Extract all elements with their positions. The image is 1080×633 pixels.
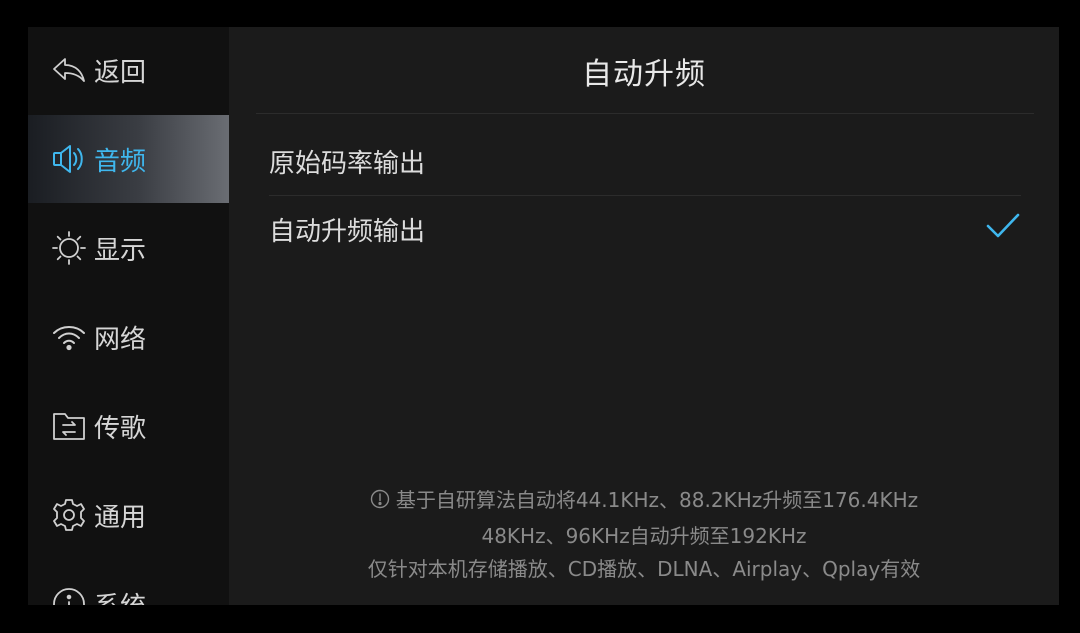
- upsample-note-line-3: 仅针对本机存储播放、CD播放、DLNA、Airplay、Qplay有效: [367, 557, 921, 581]
- wifi-icon: [50, 318, 88, 356]
- note-text: 基于自研算法自动将44.1KHz、88.2KHz升频至176.4KHz: [395, 488, 919, 512]
- info-icon: [50, 585, 88, 605]
- info-icon: [370, 489, 390, 514]
- option-label: 自动升频输出: [269, 216, 426, 247]
- upsample-note-line-2: 48KHz、96KHz自动升频至192KHz: [481, 524, 807, 548]
- back-label: 返回: [94, 57, 147, 88]
- sidebar-item-label: 系统: [94, 586, 146, 606]
- sidebar-item-label: 传歌: [94, 413, 147, 444]
- option-label: 原始码率输出: [269, 148, 426, 179]
- sidebar-item-label: 通用: [94, 502, 147, 533]
- back-button[interactable]: 返回: [28, 27, 229, 113]
- option-original-bitrate[interactable]: 原始码率输出: [269, 127, 1021, 195]
- page-title: 自动升频: [582, 57, 706, 92]
- sidebar-item-audio[interactable]: 音频: [28, 115, 229, 203]
- sidebar-item-label: 显示: [94, 235, 147, 266]
- sidebar-item-label: 音频: [94, 146, 147, 177]
- sidebar-item-system[interactable]: 系统: [28, 560, 229, 605]
- speaker-icon: [50, 140, 88, 178]
- sidebar-item-display[interactable]: 显示: [28, 204, 229, 292]
- back-arrow-icon: [50, 51, 88, 89]
- sidebar: 返回 音频 显示 网络 传歌 通用: [28, 27, 229, 605]
- sidebar-item-transfer[interactable]: 传歌: [28, 382, 229, 470]
- gear-icon: [50, 496, 88, 534]
- sidebar-item-label: 网络: [94, 324, 147, 355]
- option-auto-upsample[interactable]: 自动升频输出: [269, 195, 1021, 263]
- sidebar-item-network[interactable]: 网络: [28, 293, 229, 381]
- title-divider: [256, 113, 1034, 114]
- settings-screen: 返回 音频 显示 网络 传歌 通用 自动升频 原始码率输出 自动升频输出 基于自…: [28, 27, 1059, 605]
- sun-icon: [50, 229, 88, 267]
- folder-transfer-icon: [50, 407, 88, 445]
- main-panel: 自动升频 原始码率输出 自动升频输出 基于自研算法自动将44.1KHz、88.2…: [229, 27, 1059, 605]
- checkmark-icon: [985, 211, 1021, 248]
- sidebar-item-general[interactable]: 通用: [28, 471, 229, 559]
- upsample-note-line-1: 基于自研算法自动将44.1KHz、88.2KHz升频至176.4KHz: [229, 484, 1059, 514]
